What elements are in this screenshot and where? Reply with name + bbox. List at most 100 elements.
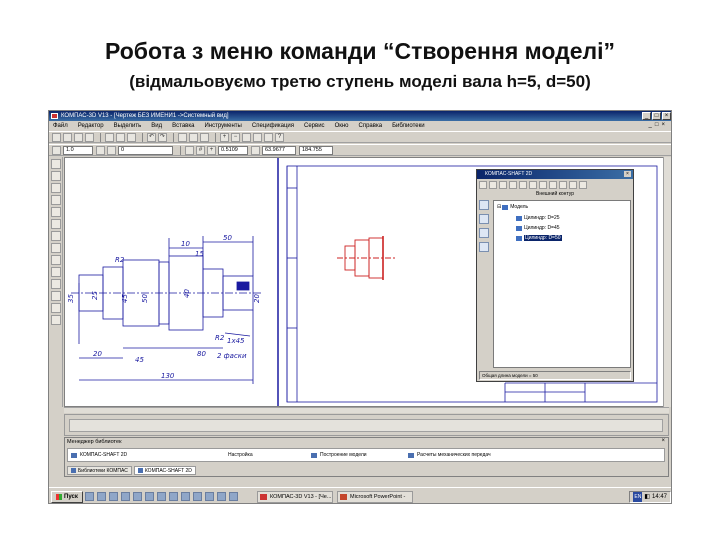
- library-tool-icon[interactable]: [51, 303, 61, 313]
- horizontal-scrollbar[interactable]: [64, 407, 669, 413]
- menu-help[interactable]: Справка: [359, 123, 383, 129]
- y-coordinate-field[interactable]: 184.755: [299, 145, 333, 155]
- task-powerpoint[interactable]: Microsoft PowerPoint - [...: [337, 491, 413, 503]
- symbols-tool-icon[interactable]: [51, 183, 61, 193]
- menu-file[interactable]: Файл: [53, 123, 68, 129]
- document-window-controls[interactable]: _□×: [649, 122, 668, 128]
- save-model-icon[interactable]: [499, 181, 507, 189]
- tree-item-cylinder-d50[interactable]: Цилиндр: D=50: [516, 235, 562, 241]
- menu-specification[interactable]: Спецификация: [252, 123, 294, 129]
- help-icon[interactable]: [569, 181, 577, 189]
- library-manager-close-icon[interactable]: ×: [661, 438, 665, 444]
- copy-icon[interactable]: [116, 132, 125, 142]
- manager-icon[interactable]: [178, 132, 187, 142]
- shaft-window-close-button[interactable]: ×: [624, 171, 631, 177]
- help-icon[interactable]: ?: [275, 132, 284, 142]
- quicklaunch-icon[interactable]: [121, 492, 130, 501]
- start-button[interactable]: Пуск: [51, 491, 83, 503]
- save-icon[interactable]: [74, 132, 83, 142]
- paste-icon[interactable]: [127, 132, 136, 142]
- inner-contour-right-icon[interactable]: [479, 228, 489, 238]
- close-button[interactable]: ×: [662, 112, 671, 120]
- quicklaunch-icon[interactable]: [145, 492, 154, 501]
- menu-tools[interactable]: Инструменты: [204, 123, 241, 129]
- tree-item-cylinder-d45[interactable]: Цилиндр: D=45: [516, 225, 560, 231]
- macro-tool-icon[interactable]: [51, 291, 61, 301]
- reports-tool-icon[interactable]: [51, 267, 61, 277]
- tree-root-model[interactable]: ⊟ Модель: [497, 204, 528, 210]
- print-icon[interactable]: [85, 132, 94, 142]
- snap-icon[interactable]: [185, 145, 194, 155]
- task-kompas[interactable]: КОМПАС-3D V13 - [Че...: [257, 491, 333, 503]
- new-model-icon[interactable]: [479, 181, 487, 189]
- quicklaunch-icon[interactable]: [193, 492, 202, 501]
- settings-icon[interactable]: [519, 181, 527, 189]
- menu-view[interactable]: Вид: [151, 123, 162, 129]
- ortho-icon[interactable]: +: [207, 145, 216, 155]
- menu-service[interactable]: Сервис: [304, 123, 325, 129]
- step-field[interactable]: 0.5109: [218, 145, 248, 155]
- vertical-scrollbar[interactable]: [663, 157, 671, 407]
- quicklaunch-icon[interactable]: [181, 492, 190, 501]
- menu-select[interactable]: Выделить: [114, 123, 142, 129]
- x-coordinate-field[interactable]: 63.9677: [262, 145, 296, 155]
- associative-views-icon[interactable]: [51, 243, 61, 253]
- menu-window[interactable]: Окно: [335, 123, 349, 129]
- zoom-in-icon[interactable]: +: [220, 132, 229, 142]
- library-command-settings[interactable]: Настройка: [228, 452, 253, 458]
- copy-icon[interactable]: [539, 181, 547, 189]
- exit-icon[interactable]: [559, 181, 567, 189]
- layer-field[interactable]: 0: [118, 145, 173, 155]
- extra-tool-icon[interactable]: [51, 315, 61, 325]
- maximize-button[interactable]: □: [652, 112, 661, 120]
- scale-field[interactable]: 1.0: [63, 145, 93, 155]
- quicklaunch-icon[interactable]: [85, 492, 94, 501]
- menu-libraries[interactable]: Библиотеки: [392, 123, 425, 129]
- library-icon[interactable]: [200, 132, 209, 142]
- paste-icon[interactable]: [549, 181, 557, 189]
- info-icon[interactable]: [579, 181, 587, 189]
- quicklaunch-icon[interactable]: [157, 492, 166, 501]
- cut-icon[interactable]: [105, 132, 114, 142]
- undo-icon[interactable]: ↶: [147, 132, 156, 142]
- new-document-icon[interactable]: [52, 132, 61, 142]
- outer-contour-icon[interactable]: [479, 200, 489, 210]
- library-command-gear-calc[interactable]: Расчеты механических передач: [408, 452, 491, 458]
- open-model-icon[interactable]: [489, 181, 497, 189]
- zoom-out-icon[interactable]: −: [231, 132, 240, 142]
- library-item-shaft[interactable]: КОМПАС-SHAFT 2D: [71, 452, 127, 458]
- layer-state-icon[interactable]: [96, 145, 105, 155]
- insert-tool-icon[interactable]: [51, 279, 61, 289]
- quicklaunch-icon[interactable]: [229, 492, 238, 501]
- language-indicator[interactable]: EN: [633, 492, 643, 502]
- tree-item-cylinder-d25[interactable]: Цилиндр: D=25: [516, 215, 560, 221]
- quicklaunch-icon[interactable]: [97, 492, 106, 501]
- quicklaunch-icon[interactable]: [169, 492, 178, 501]
- dimensions-tool-icon[interactable]: [51, 171, 61, 181]
- quicklaunch-icon[interactable]: [205, 492, 214, 501]
- minimize-button[interactable]: _: [642, 112, 651, 120]
- menu-insert[interactable]: Вставка: [172, 123, 194, 129]
- delete-element-icon[interactable]: [509, 181, 517, 189]
- calc-icon[interactable]: [529, 181, 537, 189]
- geometry-tool-icon[interactable]: [51, 159, 61, 169]
- parametrization-tool-icon[interactable]: [51, 207, 61, 217]
- tab-kompas-shaft[interactable]: КОМПАС-SHAFT 2D: [133, 466, 196, 475]
- gear-elements-icon[interactable]: [479, 242, 489, 252]
- menu-editor[interactable]: Редактор: [78, 123, 104, 129]
- pan-icon[interactable]: [253, 132, 262, 142]
- selection-tool-icon[interactable]: [51, 231, 61, 241]
- spec-tool-icon[interactable]: [51, 255, 61, 265]
- scale-icon[interactable]: [52, 145, 61, 155]
- edit-tool-icon[interactable]: [51, 195, 61, 205]
- tray-icon[interactable]: ◧: [644, 492, 650, 502]
- inner-contour-left-icon[interactable]: [479, 214, 489, 224]
- quicklaunch-icon[interactable]: [217, 492, 226, 501]
- quicklaunch-icon[interactable]: [133, 492, 142, 501]
- zoom-window-icon[interactable]: [242, 132, 251, 142]
- layer-props-icon[interactable]: [107, 145, 116, 155]
- library-command-build-model[interactable]: Построение модели: [311, 452, 367, 458]
- redo-icon[interactable]: ↷: [158, 132, 167, 142]
- quicklaunch-icon[interactable]: [109, 492, 118, 501]
- local-cs-icon[interactable]: [251, 145, 260, 155]
